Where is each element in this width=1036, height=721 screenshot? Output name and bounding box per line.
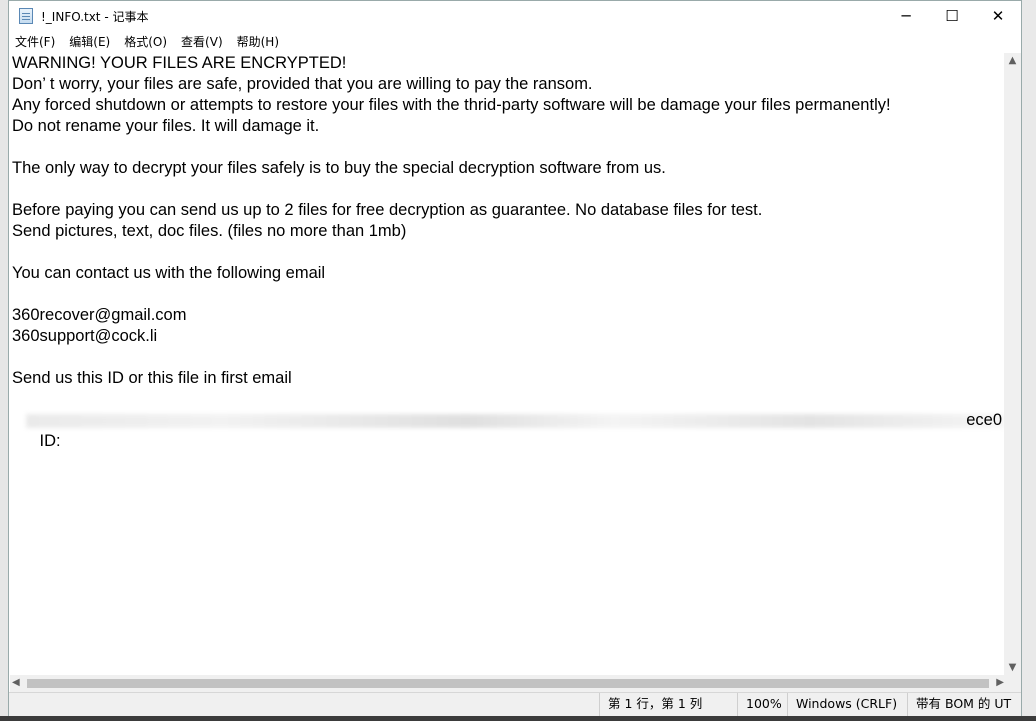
horizontal-scroll-thumb[interactable] (27, 679, 989, 688)
desktop-background-left (0, 0, 8, 721)
scroll-right-arrow-icon[interactable]: ▶ (996, 677, 1004, 688)
encoding: 带有 BOM 的 UT (907, 693, 1024, 717)
line-ending: Windows (CRLF) (787, 693, 906, 717)
text-line: You can contact us with the following em… (12, 264, 326, 282)
text-line: Send pictures, text, doc files. (files n… (12, 222, 407, 240)
menu-view[interactable]: 查看(V) (174, 33, 230, 50)
text-line (10, 389, 1006, 410)
redacted-id (26, 414, 1006, 428)
window-controls: ─ ☐ ✕ (883, 1, 1021, 31)
menu-help[interactable]: 帮助(H) (230, 33, 286, 50)
menu-file[interactable]: 文件(F) (9, 33, 62, 50)
scrollbar-corner (1004, 675, 1021, 692)
text-line: The only way to decrypt your files safel… (12, 159, 666, 177)
close-button[interactable]: ✕ (975, 1, 1021, 31)
status-bar: 第 1 行，第 1 列 100% Windows (CRLF) 带有 BOM 的… (9, 692, 1021, 717)
title-bar[interactable]: !_INFO.txt - 记事本 ─ ☐ ✕ (9, 1, 1021, 31)
text-editor[interactable]: WARNING! YOUR FILES ARE ENCRYPTED! Don’ … (10, 53, 1006, 675)
zoom-level: 100% (737, 693, 788, 717)
notepad-icon (19, 8, 33, 24)
menu-edit[interactable]: 编辑(E) (62, 33, 117, 50)
notepad-window: !_INFO.txt - 记事本 ─ ☐ ✕ 文件(F) 编辑(E) 格式(O)… (8, 0, 1022, 717)
scroll-up-arrow-icon[interactable]: ▲ (1004, 55, 1021, 66)
text-line: Don’ t worry, your files are safe, provi… (12, 75, 593, 93)
text-line: Any forced shutdown or attempts to resto… (12, 96, 891, 114)
cursor-position: 第 1 行，第 1 列 (599, 693, 728, 717)
text-line: Send us this ID or this file in first em… (12, 369, 292, 387)
scroll-down-arrow-icon[interactable]: ▼ (1004, 662, 1021, 673)
text-line: 360recover@gmail.com (12, 306, 187, 324)
menu-bar: 文件(F) 编辑(E) 格式(O) 查看(V) 帮助(H) (9, 31, 1021, 51)
scroll-left-arrow-icon[interactable]: ◀ (12, 677, 20, 688)
id-suffix: ece0 (966, 411, 1002, 429)
window-title: !_INFO.txt - 记事本 (41, 9, 149, 24)
id-prefix: ID: (39, 432, 61, 450)
maximize-button[interactable]: ☐ (929, 1, 975, 31)
text-line (10, 179, 1006, 200)
horizontal-scrollbar[interactable]: ◀ ▶ (10, 675, 1006, 692)
id-line: ID: ece0 (10, 410, 1006, 450)
vertical-scrollbar[interactable]: ▲ ▼ (1004, 53, 1021, 675)
text-line: WARNING! YOUR FILES ARE ENCRYPTED! (12, 54, 347, 72)
desktop-background-right (1022, 0, 1036, 721)
text-line: 360support@cock.li (12, 327, 158, 345)
taskbar-strip (0, 716, 1036, 721)
menu-format[interactable]: 格式(O) (117, 33, 174, 50)
text-line (10, 242, 1006, 263)
text-line (10, 137, 1006, 158)
text-line: Do not rename your files. It will damage… (12, 117, 320, 135)
text-line: Before paying you can send us up to 2 fi… (12, 201, 763, 219)
text-line (10, 284, 1006, 305)
text-line (10, 347, 1006, 368)
minimize-button[interactable]: ─ (883, 1, 929, 31)
